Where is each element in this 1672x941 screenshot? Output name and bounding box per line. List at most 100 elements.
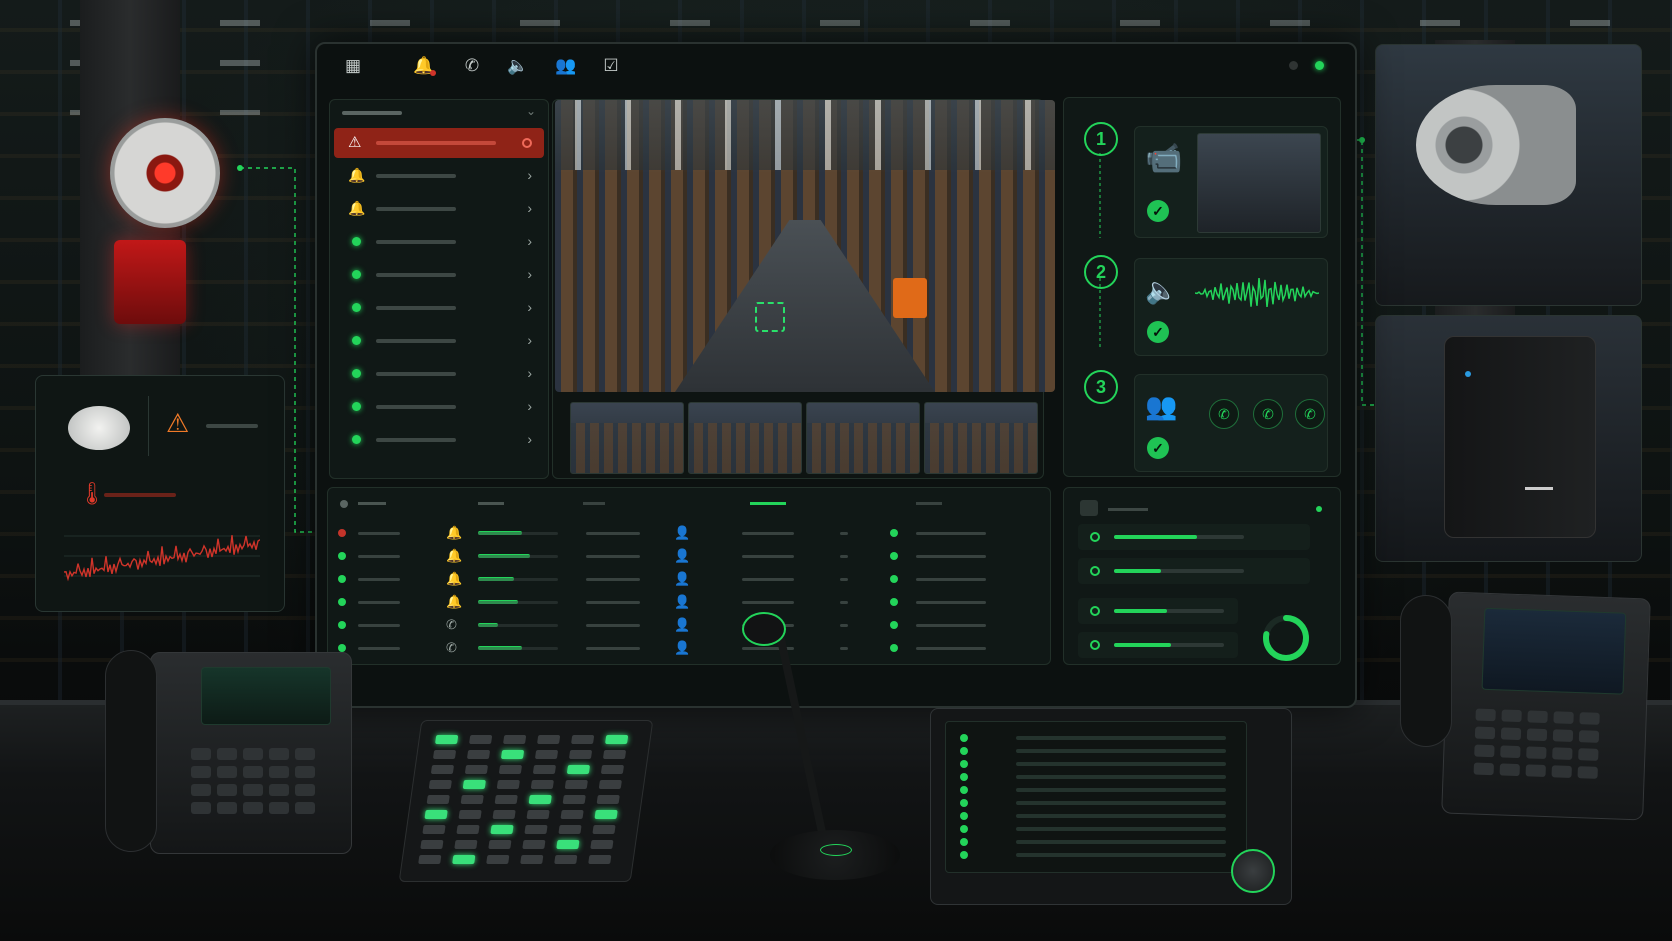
panel-button[interactable] <box>532 765 557 774</box>
event-row[interactable]: 🔔 › <box>334 161 544 191</box>
phone-key[interactable] <box>1578 730 1600 743</box>
call-phone-icon[interactable]: ✆ <box>1253 399 1283 429</box>
panel-button[interactable] <box>498 765 523 774</box>
grid-icon[interactable]: ▦ <box>343 56 363 76</box>
panel-button[interactable] <box>556 840 580 849</box>
panel-button[interactable] <box>600 765 625 774</box>
panel-button[interactable] <box>488 840 512 849</box>
panel-button[interactable] <box>432 750 457 759</box>
phone-key[interactable] <box>1553 711 1574 724</box>
console-list-row[interactable] <box>960 773 1226 781</box>
panel-button[interactable] <box>454 840 478 849</box>
panel-button[interactable] <box>571 735 595 744</box>
phone-key[interactable] <box>1501 709 1522 723</box>
panel-button[interactable] <box>594 810 618 819</box>
panel-button[interactable] <box>605 735 629 744</box>
phone-key[interactable] <box>191 802 211 814</box>
panel-button[interactable] <box>592 825 616 834</box>
chevron-down-icon[interactable]: ⌄ <box>526 104 536 118</box>
panel-button[interactable] <box>524 825 548 834</box>
phone-key[interactable] <box>217 766 237 778</box>
panel-button[interactable] <box>537 735 561 744</box>
panel-button[interactable] <box>568 750 593 759</box>
panel-button[interactable] <box>500 750 525 759</box>
phone-key[interactable] <box>1578 748 1599 761</box>
main-camera-feed[interactable] <box>555 100 1055 392</box>
phone-key[interactable] <box>243 766 263 778</box>
phone-keypad[interactable] <box>191 748 315 814</box>
event-row[interactable]: › <box>334 359 544 389</box>
event-row[interactable]: › <box>334 260 544 290</box>
phone-key[interactable] <box>1473 762 1494 776</box>
event-row[interactable]: › <box>334 425 544 455</box>
event-row[interactable]: › <box>334 326 544 356</box>
event-row[interactable]: › <box>334 293 544 323</box>
status-row[interactable] <box>1078 632 1238 658</box>
panel-button[interactable] <box>554 855 578 864</box>
checklist-icon[interactable]: ☑ <box>601 56 621 76</box>
phone-key[interactable] <box>1500 745 1521 759</box>
camera-thumbnail[interactable] <box>570 402 684 474</box>
phone-key[interactable] <box>295 802 315 814</box>
panel-button[interactable] <box>528 795 552 804</box>
panel-button[interactable] <box>494 795 518 804</box>
panel-button[interactable] <box>564 780 588 789</box>
panel-button[interactable] <box>430 765 455 774</box>
panel-button[interactable] <box>503 735 527 744</box>
panel-button[interactable] <box>520 855 544 864</box>
camera-thumbnail[interactable] <box>688 402 802 474</box>
console-list-row[interactable] <box>960 838 1226 846</box>
panel-button[interactable] <box>598 780 622 789</box>
phone-handset[interactable] <box>1400 595 1452 747</box>
phone-icon[interactable]: ✆ <box>462 56 482 76</box>
phone-key[interactable] <box>1552 747 1573 760</box>
users-icon[interactable]: 👥 <box>555 56 576 76</box>
table-row[interactable]: 🔔 👤 <box>338 591 1008 613</box>
event-row-alert[interactable]: ⚠ <box>334 128 544 158</box>
phone-handset[interactable] <box>105 650 157 852</box>
panel-button[interactable] <box>492 810 516 819</box>
table-row[interactable]: 🔔 👤 <box>338 545 1008 567</box>
phone-key[interactable] <box>269 748 289 760</box>
phone-key[interactable] <box>1474 744 1495 758</box>
table-row[interactable]: ✆ 👤 <box>338 637 1008 659</box>
panel-button[interactable] <box>426 795 450 804</box>
panel-button[interactable] <box>560 810 584 819</box>
status-row[interactable] <box>1078 524 1310 550</box>
microphone-base[interactable] <box>770 830 900 880</box>
console-list-row[interactable] <box>960 799 1226 807</box>
phone-key[interactable] <box>191 784 211 796</box>
panel-button[interactable] <box>418 855 442 864</box>
console-list-row[interactable] <box>960 747 1226 755</box>
rotary-knob[interactable] <box>1231 849 1275 893</box>
target-focus-icon[interactable] <box>755 302 785 332</box>
panel-button[interactable] <box>562 795 586 804</box>
event-row[interactable]: › <box>334 392 544 422</box>
phone-key[interactable] <box>269 766 289 778</box>
panel-button[interactable] <box>428 780 452 789</box>
call-phone-icon[interactable]: ✆ <box>1209 399 1239 429</box>
status-row[interactable] <box>1078 558 1310 584</box>
console-screen[interactable] <box>945 721 1247 873</box>
table-row[interactable]: 🔔 👤 <box>338 568 1008 590</box>
panel-button[interactable] <box>456 825 480 834</box>
panel-button[interactable] <box>452 855 476 864</box>
step-2-card[interactable]: 🔈 ✓ <box>1134 258 1328 356</box>
panel-button[interactable] <box>588 855 612 864</box>
phone-key[interactable] <box>1526 746 1547 760</box>
phone-key[interactable] <box>295 748 315 760</box>
phone-key[interactable] <box>243 784 263 796</box>
phone-key[interactable] <box>191 748 211 760</box>
phone-key[interactable] <box>1499 763 1520 777</box>
status-row[interactable] <box>1078 598 1238 624</box>
panel-button[interactable] <box>590 840 614 849</box>
panel-button[interactable] <box>596 795 620 804</box>
panel-button[interactable] <box>486 855 510 864</box>
panel-button[interactable] <box>566 765 591 774</box>
panel-button[interactable] <box>530 780 554 789</box>
phone-key[interactable] <box>217 802 237 814</box>
panel-button[interactable] <box>490 825 514 834</box>
phone-key[interactable] <box>217 748 237 760</box>
console-list-row[interactable] <box>960 786 1226 794</box>
panel-button[interactable] <box>424 810 448 819</box>
